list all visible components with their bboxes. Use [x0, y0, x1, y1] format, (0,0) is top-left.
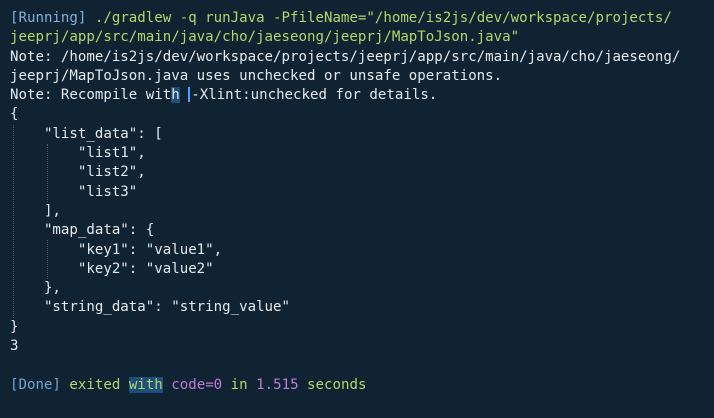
json-line: }	[10, 318, 19, 335]
json-line: "key2": "value2"	[10, 260, 214, 277]
json-line: "list1",	[10, 145, 146, 162]
command-text-1: ./gradlew -q runJava -PfileName="/home/i…	[86, 10, 672, 26]
json-line: {	[10, 106, 19, 123]
json-line: "key1": "value1",	[10, 241, 223, 258]
output-panel[interactable]: [Running] ./gradlew -q runJava -PfileNam…	[0, 0, 714, 418]
json-line: "string_data": "string_value"	[10, 299, 291, 316]
note-line-3-after: -Xlint:unchecked for details.	[191, 87, 438, 104]
note-line-3-before: Note: Recompile wit	[10, 87, 172, 104]
running-tag: [Running]	[10, 10, 87, 26]
result-value: 3	[10, 338, 19, 355]
done-tag: [Done]	[10, 376, 61, 393]
json-line: "list_data": [	[10, 125, 163, 142]
done-seconds-value: 1.515	[256, 376, 299, 393]
note-line-3-space	[180, 87, 189, 103]
done-with: with	[128, 376, 163, 393]
running-command-line: [Running] ./gradlew -q runJava -PfileNam…	[10, 9, 714, 28]
note-line-1: Note: /home/is2js/dev/workspace/projects…	[10, 48, 681, 65]
json-line: "list3"	[10, 183, 138, 200]
done-in: in	[222, 376, 257, 393]
done-line: [Done] exited with code=0 in 1.515 secon…	[10, 376, 714, 395]
done-seconds-label: seconds	[298, 376, 367, 393]
done-exited: exited	[60, 376, 129, 393]
note-line-2: jeeprj/MapToJson.java uses unchecked or …	[10, 67, 503, 84]
text-cursor	[188, 87, 191, 103]
note-line-3: Note: Recompile with -Xlint:unchecked fo…	[10, 86, 714, 105]
command-text-2: jeeprj/app/src/main/java/cho/jaeseong/je…	[10, 29, 520, 46]
json-output: { "list_data": [ "list1", "list2", "list…	[10, 105, 714, 337]
selection-highlight: h	[171, 87, 180, 104]
json-line: "map_data": {	[10, 222, 155, 239]
json-line: "list2",	[10, 164, 146, 181]
done-code: code=0	[162, 376, 223, 393]
json-line: },	[10, 280, 61, 297]
json-line: ],	[10, 202, 61, 219]
